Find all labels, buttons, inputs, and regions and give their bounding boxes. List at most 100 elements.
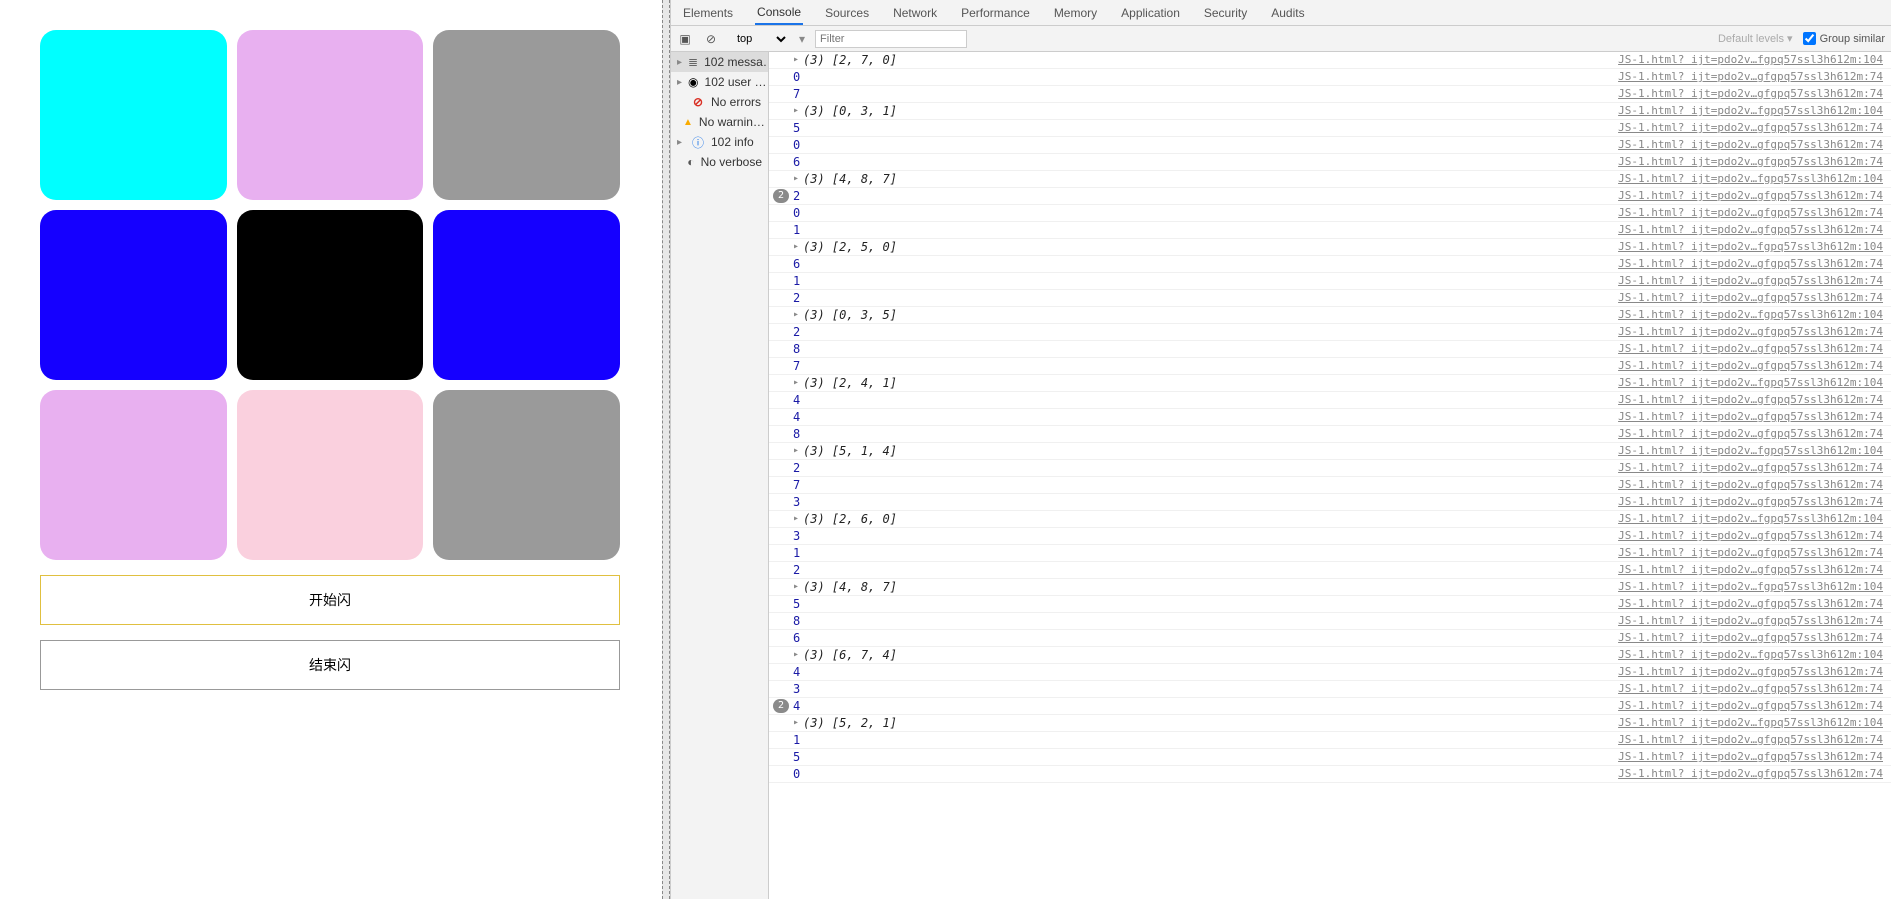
tab-performance[interactable]: Performance — [959, 2, 1032, 24]
log-row[interactable]: ▸(3) [0, 3, 1]JS-1.html? ijt=pdo2v…fgpq5… — [769, 103, 1891, 120]
tile-7[interactable] — [237, 390, 424, 560]
source-link[interactable]: JS-1.html? ijt=pdo2v…gfgpq57ssl3h612m:74 — [1618, 358, 1883, 374]
log-row[interactable]: 3JS-1.html? ijt=pdo2v…gfgpq57ssl3h612m:7… — [769, 528, 1891, 545]
log-row[interactable]: 8JS-1.html? ijt=pdo2v…gfgpq57ssl3h612m:7… — [769, 613, 1891, 630]
source-link[interactable]: JS-1.html? ijt=pdo2v…gfgpq57ssl3h612m:74 — [1618, 630, 1883, 646]
log-row[interactable]: 1JS-1.html? ijt=pdo2v…gfgpq57ssl3h612m:7… — [769, 222, 1891, 239]
log-row[interactable]: ▸(3) [4, 8, 7]JS-1.html? ijt=pdo2v…fgpq5… — [769, 171, 1891, 188]
tab-application[interactable]: Application — [1119, 2, 1182, 24]
log-row[interactable]: ▸(3) [6, 7, 4]JS-1.html? ijt=pdo2v…fgpq5… — [769, 647, 1891, 664]
source-link[interactable]: JS-1.html? ijt=pdo2v…gfgpq57ssl3h612m:74 — [1618, 137, 1883, 153]
tab-memory[interactable]: Memory — [1052, 2, 1099, 24]
source-link[interactable]: JS-1.html? ijt=pdo2v…gfgpq57ssl3h612m:74 — [1618, 290, 1883, 306]
execution-context-dropdown[interactable]: top — [729, 30, 789, 48]
log-row[interactable]: 0JS-1.html? ijt=pdo2v…gfgpq57ssl3h612m:7… — [769, 766, 1891, 783]
sidebar-item-err[interactable]: No errors — [671, 92, 768, 112]
log-row[interactable]: ▸(3) [5, 2, 1]JS-1.html? ijt=pdo2v…fgpq5… — [769, 715, 1891, 732]
tile-6[interactable] — [40, 390, 227, 560]
log-row[interactable]: ▸(3) [0, 3, 5]JS-1.html? ijt=pdo2v…fgpq5… — [769, 307, 1891, 324]
source-link[interactable]: JS-1.html? ijt=pdo2v…fgpq57ssl3h612m:104 — [1618, 307, 1883, 323]
filter-input[interactable] — [815, 30, 967, 48]
log-row[interactable]: 2JS-1.html? ijt=pdo2v…gfgpq57ssl3h612m:7… — [769, 324, 1891, 341]
tab-sources[interactable]: Sources — [823, 2, 871, 24]
log-row[interactable]: 7JS-1.html? ijt=pdo2v…gfgpq57ssl3h612m:7… — [769, 86, 1891, 103]
log-row[interactable]: 4JS-1.html? ijt=pdo2v…gfgpq57ssl3h612m:7… — [769, 409, 1891, 426]
log-row[interactable]: 2JS-1.html? ijt=pdo2v…gfgpq57ssl3h612m:7… — [769, 562, 1891, 579]
log-row[interactable]: 2JS-1.html? ijt=pdo2v…gfgpq57ssl3h612m:7… — [769, 460, 1891, 477]
log-row[interactable]: 5JS-1.html? ijt=pdo2v…gfgpq57ssl3h612m:7… — [769, 749, 1891, 766]
log-row[interactable]: 1JS-1.html? ijt=pdo2v…gfgpq57ssl3h612m:7… — [769, 732, 1891, 749]
console-output[interactable]: ▸(3) [2, 7, 0]JS-1.html? ijt=pdo2v…fgpq5… — [769, 52, 1891, 899]
source-link[interactable]: JS-1.html? ijt=pdo2v…fgpq57ssl3h612m:104 — [1618, 443, 1883, 459]
log-row[interactable]: 6JS-1.html? ijt=pdo2v…gfgpq57ssl3h612m:7… — [769, 256, 1891, 273]
source-link[interactable]: JS-1.html? ijt=pdo2v…gfgpq57ssl3h612m:74 — [1618, 86, 1883, 102]
log-row[interactable]: 2JS-1.html? ijt=pdo2v…gfgpq57ssl3h612m:7… — [769, 290, 1891, 307]
sidebar-item-msg[interactable]: ▸102 messa… — [671, 52, 768, 72]
source-link[interactable]: JS-1.html? ijt=pdo2v…gfgpq57ssl3h612m:74 — [1618, 324, 1883, 340]
clear-console-icon[interactable]: ⊘ — [703, 31, 719, 47]
log-row[interactable]: 3JS-1.html? ijt=pdo2v…gfgpq57ssl3h612m:7… — [769, 494, 1891, 511]
log-row[interactable]: 5JS-1.html? ijt=pdo2v…gfgpq57ssl3h612m:7… — [769, 120, 1891, 137]
log-row[interactable]: 8JS-1.html? ijt=pdo2v…gfgpq57ssl3h612m:7… — [769, 426, 1891, 443]
source-link[interactable]: JS-1.html? ijt=pdo2v…fgpq57ssl3h612m:104 — [1618, 171, 1883, 187]
source-link[interactable]: JS-1.html? ijt=pdo2v…gfgpq57ssl3h612m:74 — [1618, 545, 1883, 561]
tile-1[interactable] — [237, 30, 424, 200]
tile-5[interactable] — [433, 210, 620, 380]
source-link[interactable]: JS-1.html? ijt=pdo2v…gfgpq57ssl3h612m:74 — [1618, 562, 1883, 578]
end-button[interactable]: 结束闪 — [40, 640, 620, 690]
source-link[interactable]: JS-1.html? ijt=pdo2v…fgpq57ssl3h612m:104 — [1618, 579, 1883, 595]
source-link[interactable]: JS-1.html? ijt=pdo2v…gfgpq57ssl3h612m:74 — [1618, 494, 1883, 510]
source-link[interactable]: JS-1.html? ijt=pdo2v…gfgpq57ssl3h612m:74 — [1618, 681, 1883, 697]
log-row[interactable]: 1JS-1.html? ijt=pdo2v…gfgpq57ssl3h612m:7… — [769, 273, 1891, 290]
log-row[interactable]: 8JS-1.html? ijt=pdo2v…gfgpq57ssl3h612m:7… — [769, 341, 1891, 358]
source-link[interactable]: JS-1.html? ijt=pdo2v…gfgpq57ssl3h612m:74 — [1618, 120, 1883, 136]
source-link[interactable]: JS-1.html? ijt=pdo2v…gfgpq57ssl3h612m:74 — [1618, 698, 1883, 714]
source-link[interactable]: JS-1.html? ijt=pdo2v…fgpq57ssl3h612m:104 — [1618, 511, 1883, 527]
source-link[interactable]: JS-1.html? ijt=pdo2v…gfgpq57ssl3h612m:74 — [1618, 749, 1883, 765]
tab-console[interactable]: Console — [755, 1, 803, 25]
sidebar-item-warn[interactable]: No warnin… — [671, 112, 768, 132]
source-link[interactable]: JS-1.html? ijt=pdo2v…gfgpq57ssl3h612m:74 — [1618, 392, 1883, 408]
log-row[interactable]: ▸(3) [4, 8, 7]JS-1.html? ijt=pdo2v…fgpq5… — [769, 579, 1891, 596]
log-levels-dropdown[interactable]: Default levels ▾ — [1718, 32, 1793, 45]
log-row[interactable]: 0JS-1.html? ijt=pdo2v…gfgpq57ssl3h612m:7… — [769, 205, 1891, 222]
group-similar-checkbox[interactable] — [1803, 32, 1816, 45]
log-row[interactable]: ▸(3) [2, 5, 0]JS-1.html? ijt=pdo2v…fgpq5… — [769, 239, 1891, 256]
tile-0[interactable] — [40, 30, 227, 200]
log-row[interactable]: 3JS-1.html? ijt=pdo2v…gfgpq57ssl3h612m:7… — [769, 681, 1891, 698]
log-row[interactable]: 4JS-1.html? ijt=pdo2v…gfgpq57ssl3h612m:7… — [769, 664, 1891, 681]
log-row[interactable]: 24JS-1.html? ijt=pdo2v…gfgpq57ssl3h612m:… — [769, 698, 1891, 715]
log-row[interactable]: 6JS-1.html? ijt=pdo2v…gfgpq57ssl3h612m:7… — [769, 630, 1891, 647]
pane-separator[interactable] — [662, 0, 670, 899]
source-link[interactable]: JS-1.html? ijt=pdo2v…gfgpq57ssl3h612m:74 — [1618, 273, 1883, 289]
source-link[interactable]: JS-1.html? ijt=pdo2v…gfgpq57ssl3h612m:74 — [1618, 409, 1883, 425]
tab-audits[interactable]: Audits — [1269, 2, 1306, 24]
source-link[interactable]: JS-1.html? ijt=pdo2v…fgpq57ssl3h612m:104 — [1618, 103, 1883, 119]
log-row[interactable]: ▸(3) [5, 1, 4]JS-1.html? ijt=pdo2v…fgpq5… — [769, 443, 1891, 460]
source-link[interactable]: JS-1.html? ijt=pdo2v…fgpq57ssl3h612m:104 — [1618, 52, 1883, 68]
tile-2[interactable] — [433, 30, 620, 200]
source-link[interactable]: JS-1.html? ijt=pdo2v…gfgpq57ssl3h612m:74 — [1618, 188, 1883, 204]
sidebar-item-verbose[interactable]: No verbose — [671, 152, 768, 172]
tab-security[interactable]: Security — [1202, 2, 1249, 24]
tile-3[interactable] — [40, 210, 227, 380]
log-row[interactable]: 22JS-1.html? ijt=pdo2v…gfgpq57ssl3h612m:… — [769, 188, 1891, 205]
start-button[interactable]: 开始闪 — [40, 575, 620, 625]
source-link[interactable]: JS-1.html? ijt=pdo2v…gfgpq57ssl3h612m:74 — [1618, 766, 1883, 782]
tab-network[interactable]: Network — [891, 2, 939, 24]
source-link[interactable]: JS-1.html? ijt=pdo2v…gfgpq57ssl3h612m:74 — [1618, 528, 1883, 544]
log-row[interactable]: ▸(3) [2, 7, 0]JS-1.html? ijt=pdo2v…fgpq5… — [769, 52, 1891, 69]
source-link[interactable]: JS-1.html? ijt=pdo2v…fgpq57ssl3h612m:104 — [1618, 375, 1883, 391]
source-link[interactable]: JS-1.html? ijt=pdo2v…gfgpq57ssl3h612m:74 — [1618, 613, 1883, 629]
log-row[interactable]: 1JS-1.html? ijt=pdo2v…gfgpq57ssl3h612m:7… — [769, 545, 1891, 562]
tab-elements[interactable]: Elements — [681, 2, 735, 24]
tile-4[interactable] — [237, 210, 424, 380]
source-link[interactable]: JS-1.html? ijt=pdo2v…gfgpq57ssl3h612m:74 — [1618, 154, 1883, 170]
source-link[interactable]: JS-1.html? ijt=pdo2v…gfgpq57ssl3h612m:74 — [1618, 477, 1883, 493]
toggle-sidebar-icon[interactable]: ▣ — [677, 31, 693, 47]
source-link[interactable]: JS-1.html? ijt=pdo2v…gfgpq57ssl3h612m:74 — [1618, 460, 1883, 476]
source-link[interactable]: JS-1.html? ijt=pdo2v…gfgpq57ssl3h612m:74 — [1618, 222, 1883, 238]
source-link[interactable]: JS-1.html? ijt=pdo2v…gfgpq57ssl3h612m:74 — [1618, 69, 1883, 85]
sidebar-item-user[interactable]: ▸102 user … — [671, 72, 768, 92]
source-link[interactable]: JS-1.html? ijt=pdo2v…gfgpq57ssl3h612m:74 — [1618, 732, 1883, 748]
